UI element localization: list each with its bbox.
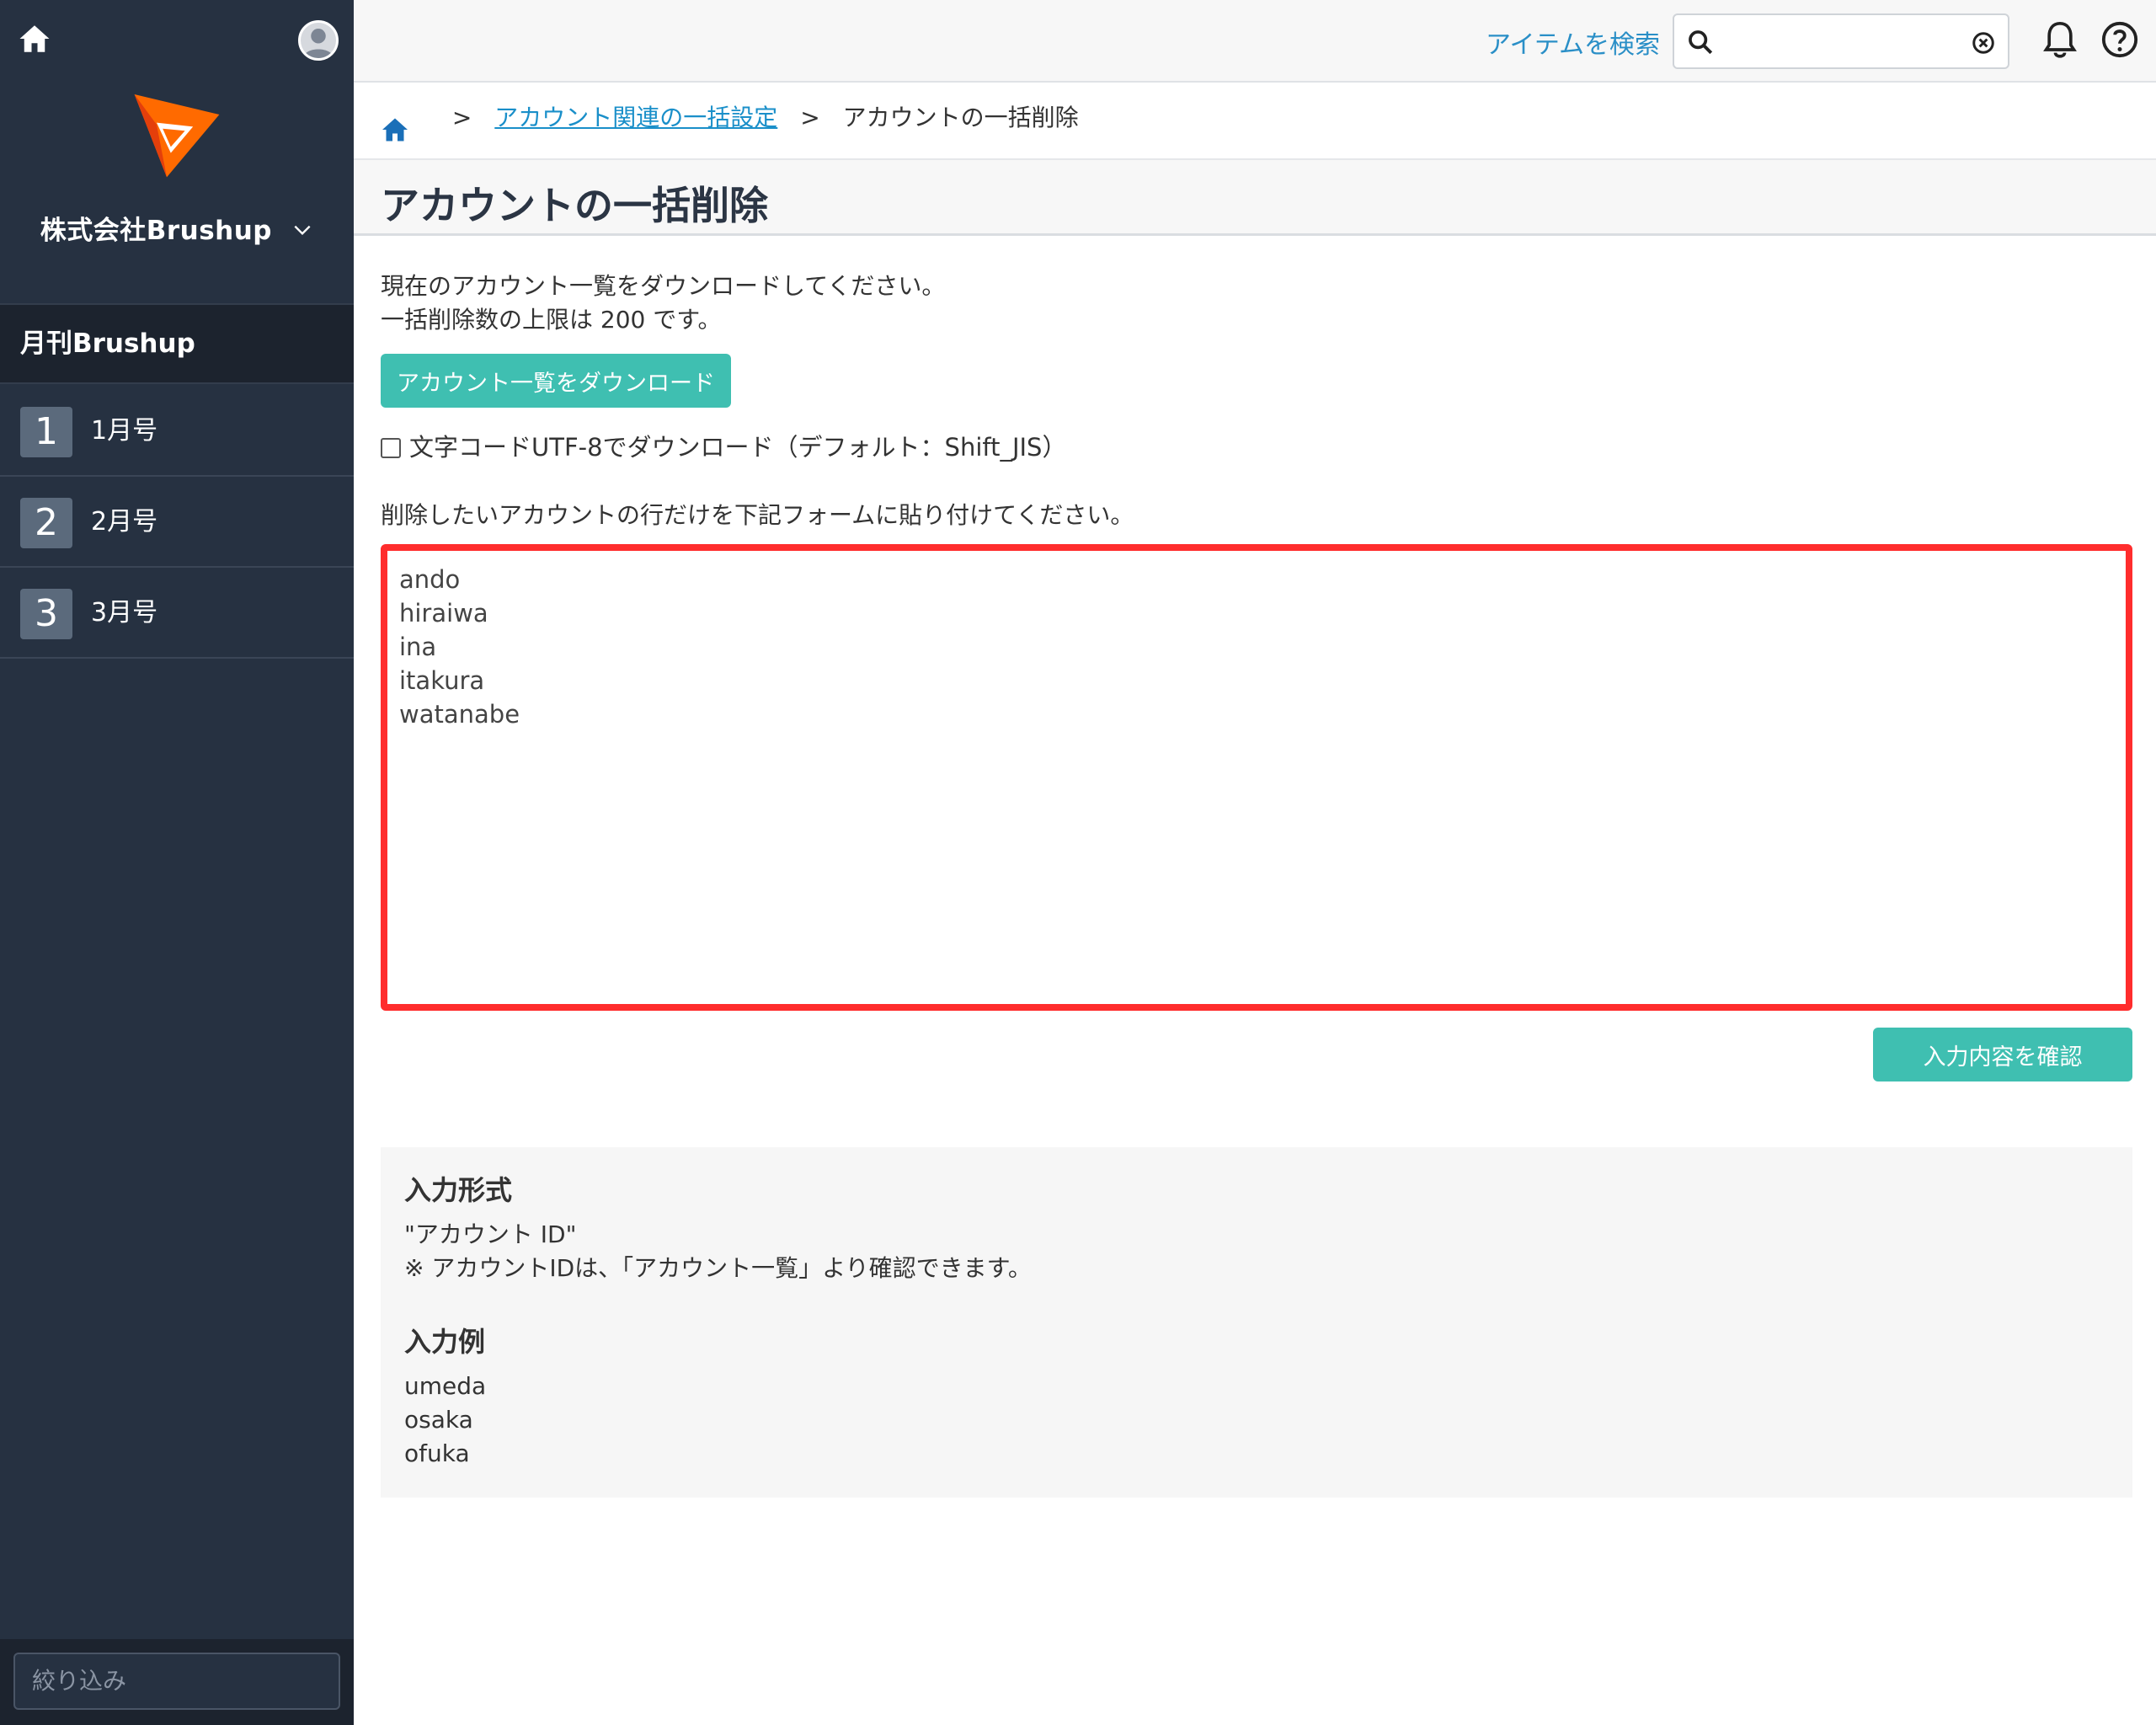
item-search-link[interactable]: アイテムを検索: [1486, 24, 1660, 61]
breadcrumb: > アカウント関連の一括設定 > アカウントの一括削除: [354, 84, 2156, 160]
company-name: 株式会社Brushup: [40, 216, 272, 246]
utf8-checkbox[interactable]: [381, 438, 401, 458]
format-text: "アカウント ID" ※ アカウントIDは、「アカウント一覧」より確認できます。: [404, 1220, 1032, 1282]
utf8-download-option[interactable]: 文字コードUTF-8でダウンロード（デフォルト：Shift_JIS）: [381, 428, 1066, 463]
sidebar-filter-area: 絞り込み: [0, 1639, 354, 1725]
account-list-textarea[interactable]: ando hiraiwa ina itakura watanabe: [399, 563, 2114, 992]
bell-icon[interactable]: [2041, 20, 2079, 61]
intro-text: 現在のアカウント一覧をダウンロードしてください。 一括削除数の上限は 200 で…: [381, 270, 945, 337]
top-header: アイテムを検索: [354, 0, 2156, 83]
sidebar-item-label: 3月号: [91, 598, 158, 628]
breadcrumb-current: アカウントの一括削除: [842, 104, 1079, 131]
page-title-bar: アカウントの一括削除: [354, 160, 2156, 236]
sidebar-filter-input[interactable]: 絞り込み: [13, 1653, 340, 1710]
paste-instruction: 削除したいアカウントの行だけを下記フォームに貼り付けてください。: [381, 501, 1134, 529]
example-heading: 入力例: [404, 1326, 486, 1358]
breadcrumb-link-bulk-settings[interactable]: アカウント関連の一括設定: [494, 104, 777, 131]
sidebar-item-label: 1月号: [91, 416, 158, 446]
sidebar-item-issue-3[interactable]: 3 3月号: [0, 568, 354, 659]
download-accounts-button[interactable]: アカウント一覧をダウンロード: [381, 354, 731, 408]
format-heading: 入力形式: [404, 1174, 513, 1206]
breadcrumb-separator: >: [451, 104, 472, 131]
home-icon[interactable]: [17, 21, 52, 56]
company-selector[interactable]: 株式会社Brushup: [0, 209, 354, 248]
confirm-input-button[interactable]: 入力内容を確認: [1873, 1028, 2132, 1081]
sidebar-item-issue-1[interactable]: 1 1月号: [0, 386, 354, 477]
breadcrumb-home-icon[interactable]: [379, 104, 411, 142]
sidebar-item-issue-2[interactable]: 2 2月号: [0, 477, 354, 568]
input-format-info: 入力形式 "アカウント ID" ※ アカウントIDは、「アカウント一覧」より確認…: [381, 1147, 2132, 1498]
account-list-textarea-highlight: ando hiraiwa ina itakura watanabe: [381, 544, 2132, 1011]
sidebar-project-title[interactable]: 月刊Brushup: [0, 303, 354, 384]
clear-search-icon[interactable]: [1971, 30, 1996, 56]
chevron-down-icon: [291, 217, 313, 248]
search-icon: [1686, 28, 1715, 56]
issue-number-badge: 3: [20, 589, 72, 639]
user-avatar[interactable]: [298, 20, 339, 61]
sidebar: 株式会社Brushup 月刊Brushup 1 1月号 2 2月号 3 3月号 …: [0, 0, 354, 1725]
issue-number-badge: 1: [20, 407, 72, 457]
breadcrumb-separator: >: [800, 104, 820, 131]
help-icon[interactable]: [2100, 20, 2139, 59]
issue-number-badge: 2: [20, 498, 72, 548]
intro-line-1: 現在のアカウント一覧をダウンロードしてください。: [381, 272, 946, 300]
app-root: 株式会社Brushup 月刊Brushup 1 1月号 2 2月号 3 3月号 …: [0, 0, 2156, 1725]
intro-line-2: 一括削除数の上限は 200 です。: [381, 306, 722, 334]
utf8-checkbox-label: 文字コードUTF-8でダウンロード（デフォルト：Shift_JIS）: [409, 433, 1067, 462]
search-input[interactable]: [1673, 13, 2009, 69]
sidebar-item-label: 2月号: [91, 507, 158, 537]
page-title: アカウントの一括削除: [381, 183, 768, 228]
example-text: umeda osaka ofuka: [404, 1372, 487, 1467]
brushup-logo: [126, 84, 227, 185]
